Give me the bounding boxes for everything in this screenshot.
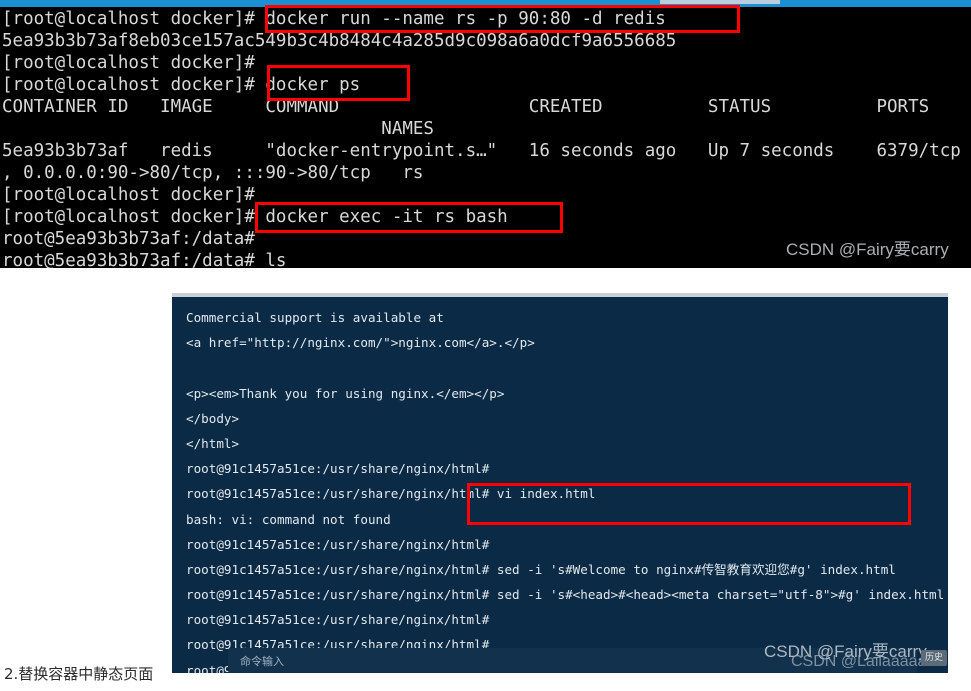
terminal-line-11: root@91c1457a51ce:/usr/share/nginx/html#… bbox=[186, 587, 945, 603]
terminal-line-6: root@91c1457a51ce:/usr/share/nginx/html# bbox=[186, 461, 490, 477]
history-button[interactable]: 历史 bbox=[921, 650, 947, 666]
top-terminal-titlebar bbox=[0, 0, 971, 7]
terminal-line-1: 5ea93b3b73af8eb03ce157ac549b3c4b8484c4a2… bbox=[2, 31, 677, 51]
terminal-line-0: [root@localhost docker]# docker run --na… bbox=[2, 9, 666, 29]
terminal-line-2: [root@localhost docker]# bbox=[2, 53, 255, 73]
terminal-line-8: [root@localhost docker]# bbox=[2, 185, 255, 205]
terminal-line-4: </body> bbox=[186, 410, 240, 426]
terminal-line-8: bash: vi: command not found bbox=[186, 511, 391, 527]
top-terminal-window[interactable]: [root@localhost docker]# docker run --na… bbox=[0, 0, 971, 268]
terminal-line-7: , 0.0.0.0:90->80/tcp, :::90->80/tcp rs bbox=[2, 163, 424, 183]
bottom-terminal-titlebar bbox=[172, 293, 948, 297]
watermark-bottom-secondary: CSDN @Lailaaaaa bbox=[791, 653, 927, 670]
terminal-line-7: root@91c1457a51ce:/usr/share/nginx/html#… bbox=[186, 486, 596, 502]
terminal-line-0: Commercial support is available at bbox=[186, 310, 444, 325]
terminal-line-4: CONTAINER ID IMAGE COMMAND CREATED STATU… bbox=[2, 97, 930, 117]
terminal-line-12: root@91c1457a51ce:/usr/share/nginx/html# bbox=[186, 612, 490, 628]
terminal-line-5: NAMES bbox=[2, 119, 434, 139]
terminal-line-6: 5ea93b3b73af redis "docker-entrypoint.s…… bbox=[2, 141, 961, 161]
terminal-line-2 bbox=[186, 355, 948, 380]
bottom-terminal-window[interactable]: Commercial support is available at <a hre… bbox=[172, 293, 948, 673]
terminal-line-1: <a href="http://nginx.com/">nginx.com</a… bbox=[186, 335, 535, 351]
watermark-top: CSDN @Fairy要carry bbox=[786, 240, 949, 259]
titlebar-segment bbox=[660, 0, 780, 4]
bottom-terminal-output: Commercial support is available at <a hre… bbox=[186, 305, 948, 673]
terminal-line-9: root@91c1457a51ce:/usr/share/nginx/html# bbox=[186, 536, 490, 552]
figure-caption: 2.替换容器中静态页面 bbox=[4, 665, 154, 683]
terminal-line-10: root@91c1457a51ce:/usr/share/nginx/html#… bbox=[186, 561, 896, 577]
top-terminal-output: [root@localhost docker]# docker run --na… bbox=[2, 8, 971, 268]
terminal-line-3: [root@localhost docker]# docker ps bbox=[2, 75, 361, 95]
terminal-line-3: <p><em>Thank you for using nginx.</em></… bbox=[186, 385, 505, 401]
screenshot-root: [root@localhost docker]# docker run --na… bbox=[0, 0, 971, 691]
terminal-line-5: </html> bbox=[186, 435, 240, 451]
terminal-line-9: [root@localhost docker]# docker exec -it… bbox=[2, 207, 508, 227]
